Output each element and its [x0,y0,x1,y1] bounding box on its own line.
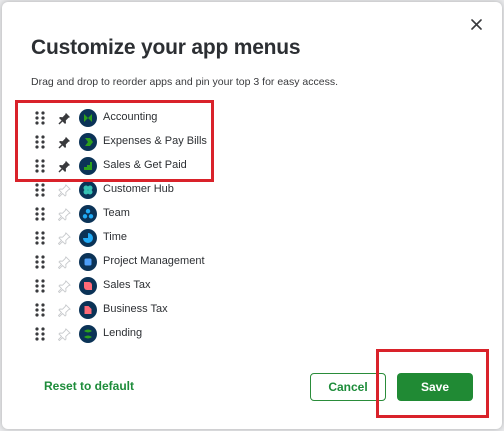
reset-to-default-link[interactable]: Reset to default [44,379,134,393]
save-button-highlight-box [376,349,489,418]
pin-outline-icon[interactable] [56,302,72,318]
app-label: Time [103,231,128,243]
pin-outline-icon[interactable] [56,254,72,270]
project-management-icon [79,253,97,271]
drag-handle-icon[interactable] [35,207,45,221]
close-icon [470,18,482,30]
app-row-business-tax[interactable]: Business Tax [2,298,302,322]
sales-tax-icon [79,277,97,295]
customer-hub-icon [79,181,97,199]
dialog-subtitle: Drag and drop to reorder apps and pin yo… [31,76,339,88]
pin-outline-icon[interactable] [56,326,72,342]
drag-handle-icon[interactable] [35,255,45,269]
drag-handle-icon[interactable] [35,231,45,245]
app-label: Project Management [103,255,205,267]
team-icon [79,205,97,223]
app-row-lending[interactable]: Lending [2,322,302,346]
pin-outline-icon[interactable] [56,278,72,294]
app-label: Lending [103,327,143,339]
drag-handle-icon[interactable] [35,327,45,341]
app-row-time[interactable]: Time [2,226,302,250]
pinned-apps-highlight-box [15,100,214,182]
app-row-sales-tax[interactable]: Sales Tax [2,274,302,298]
app-label: Team [103,207,130,219]
app-label: Customer Hub [103,183,174,195]
dialog-title: Customize your app menus [31,36,301,59]
app-row-team[interactable]: Team [2,202,302,226]
lending-icon [79,325,97,343]
pin-outline-icon[interactable] [56,206,72,222]
drag-handle-icon[interactable] [35,303,45,317]
pin-outline-icon[interactable] [56,182,72,198]
drag-handle-icon[interactable] [35,279,45,293]
pin-outline-icon[interactable] [56,230,72,246]
cancel-button[interactable]: Cancel [310,373,386,401]
drag-handle-icon[interactable] [35,183,45,197]
time-icon [79,229,97,247]
business-tax-icon [79,301,97,319]
app-row-project-management[interactable]: Project Management [2,250,302,274]
app-label: Sales Tax [103,279,151,291]
close-button[interactable] [466,14,486,34]
app-label: Business Tax [103,303,168,315]
